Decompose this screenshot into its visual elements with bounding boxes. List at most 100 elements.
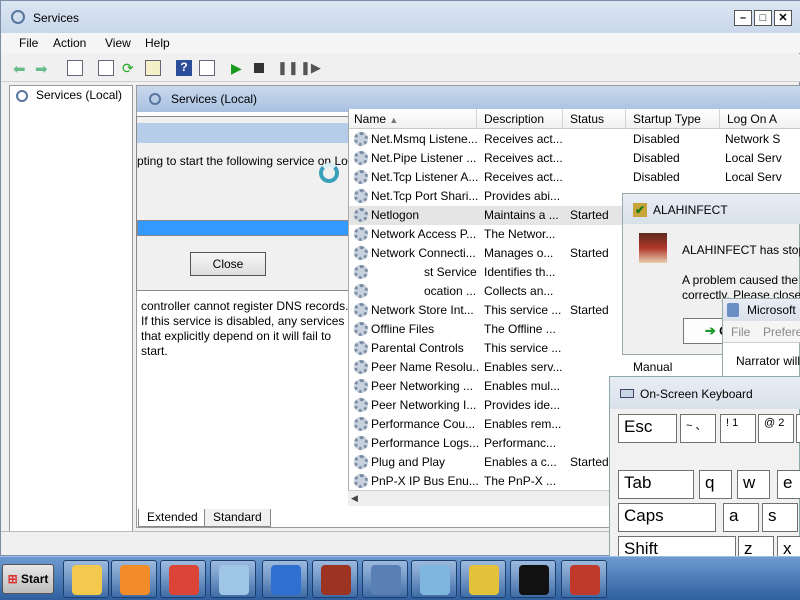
command-prompt-icon: [519, 565, 549, 595]
console-tree: Services (Local): [9, 85, 133, 549]
menu-file[interactable]: File: [19, 36, 38, 50]
taskbar-item[interactable]: [460, 560, 506, 598]
narrator-title-bar[interactable]: Microsoft: [723, 299, 800, 321]
refresh-icon[interactable]: ⟳: [122, 60, 138, 76]
service-gear-icon: [354, 417, 368, 431]
taskbar-item[interactable]: [362, 560, 408, 598]
key-w[interactable]: w: [737, 470, 770, 499]
menu-bar: File Action View Help: [1, 33, 800, 53]
show-hide-icon[interactable]: [199, 60, 215, 76]
properties-icon[interactable]: [98, 60, 114, 76]
cell-desc: Performanc...: [484, 436, 557, 450]
cell-name: Net.Tcp Port Shari...: [371, 189, 478, 203]
narrator-app-icon: [727, 303, 739, 317]
taskbar-item[interactable]: [411, 560, 457, 598]
key-r0k1[interactable]: ~ 、: [680, 414, 716, 443]
arrow-right-icon: ➔: [704, 323, 716, 338]
export-list-icon[interactable]: [145, 60, 161, 76]
taskbar-item[interactable]: [63, 560, 109, 598]
narrator-menu-preferences[interactable]: Prefere: [763, 325, 800, 339]
start-button[interactable]: ⊞ Start: [2, 564, 54, 594]
tree-item-services-local[interactable]: Services (Local): [36, 88, 122, 102]
explorer-icon: [72, 565, 102, 595]
view-tabs: Extended Standard: [136, 509, 436, 529]
column-name[interactable]: Name ▲: [349, 109, 477, 129]
key-s[interactable]: s: [762, 503, 798, 532]
restart-service-icon[interactable]: ❚▶: [300, 60, 321, 76]
tab-extended[interactable]: Extended: [138, 509, 207, 527]
cell-status: Started: [570, 303, 609, 317]
console-tree-icon[interactable]: [67, 60, 83, 76]
taskbar-item[interactable]: [262, 560, 308, 598]
taskbar-item[interactable]: [210, 560, 256, 598]
table-row[interactable]: Net.Pipe Listener ... Receives act... Disa…: [349, 149, 800, 168]
forward-arrow-icon[interactable]: ➡: [35, 60, 51, 78]
taskbar-item[interactable]: [111, 560, 157, 598]
cell-desc: Enables serv...: [484, 360, 563, 374]
windows-logo-icon: ⊞: [7, 572, 18, 586]
menu-help[interactable]: Help: [145, 36, 170, 50]
cell-logon: Local Serv: [725, 170, 782, 184]
services-app-icon: [11, 10, 25, 24]
cell-desc: This service ...: [484, 303, 562, 317]
maximize-button[interactable]: □: [754, 10, 772, 26]
start-service-icon[interactable]: ▶: [231, 60, 247, 76]
menu-action[interactable]: Action: [53, 36, 86, 50]
taskbar-item[interactable]: [510, 560, 556, 598]
column-startup-type[interactable]: Startup Type: [628, 109, 720, 129]
column-status[interactable]: Status: [565, 109, 626, 129]
service-gear-icon: [354, 360, 368, 374]
table-row[interactable]: Net.Msmq Listene... Receives act... Disabl…: [349, 130, 800, 149]
key-2[interactable]: @ 2: [758, 414, 794, 443]
menu-view[interactable]: View: [105, 36, 131, 50]
column-log-on-as[interactable]: Log On A: [722, 109, 800, 129]
scroll-left-icon[interactable]: ◀: [351, 493, 358, 504]
pause-service-icon[interactable]: ❚❚: [277, 60, 299, 76]
cell-desc: Collects an...: [484, 284, 554, 298]
window-title: Services: [33, 11, 80, 25]
narrator-title: Microsoft: [747, 303, 796, 317]
taskbar-item[interactable]: [160, 560, 206, 598]
help-icon[interactable]: ?: [176, 60, 192, 76]
cell-name: Peer Name Resolu...: [371, 360, 478, 374]
back-arrow-icon[interactable]: ⬅: [13, 60, 29, 78]
stop-service-icon[interactable]: [254, 63, 264, 73]
cell-status: Started: [570, 246, 609, 260]
osk-title-bar[interactable]: On-Screen Keyboard: [610, 377, 800, 409]
dialog-close-button[interactable]: Close: [190, 252, 266, 276]
alahinfect-message-1: ALAHINFECT has stopp: [682, 243, 800, 257]
alahinfect-title-icon: ✔: [633, 203, 647, 217]
key-a[interactable]: a: [723, 503, 759, 532]
key-q[interactable]: q: [699, 470, 732, 499]
cell-desc: The PnP-X ...: [484, 474, 557, 488]
busy-spinner-icon: [319, 163, 339, 183]
tab-standard[interactable]: Standard: [204, 509, 271, 527]
key-esc[interactable]: Esc: [618, 414, 677, 443]
key-blank[interactable]: [796, 414, 800, 443]
service-gear-icon: [354, 208, 368, 222]
taskbar-item[interactable]: [561, 560, 607, 598]
cell-name: Net.Pipe Listener ...: [371, 151, 477, 165]
keyboard-icon: [620, 389, 634, 398]
cell-desc: Enables rem...: [484, 417, 562, 431]
service-gear-icon: [354, 322, 368, 336]
title-bar[interactable]: Services – □ ✕: [1, 1, 800, 33]
minimize-button[interactable]: –: [734, 10, 752, 26]
key-tab[interactable]: Tab: [618, 470, 694, 499]
cell-logon: Network S: [725, 132, 781, 146]
column-description[interactable]: Description: [479, 109, 563, 129]
close-window-button[interactable]: ✕: [774, 10, 792, 26]
taskbar-item[interactable]: [312, 560, 358, 598]
narrator-menu-file[interactable]: File: [731, 325, 750, 339]
key-e[interactable]: e: [777, 470, 800, 499]
narrator-message: Narrator will: [736, 354, 800, 368]
alahinfect-title-bar[interactable]: ✔ ALAHINFECT: [623, 194, 800, 224]
cell-desc: Identifies th...: [484, 265, 556, 279]
cell-name: Net.Tcp Listener A...: [371, 170, 478, 184]
service-gear-icon: [354, 341, 368, 355]
table-row[interactable]: Net.Tcp Listener A... Receives act... Disa…: [349, 168, 800, 187]
key-1[interactable]: ! 1: [720, 414, 756, 443]
key-caps[interactable]: Caps: [618, 503, 716, 532]
cell-desc: Enables a c...: [484, 455, 557, 469]
help-icon: [271, 565, 301, 595]
